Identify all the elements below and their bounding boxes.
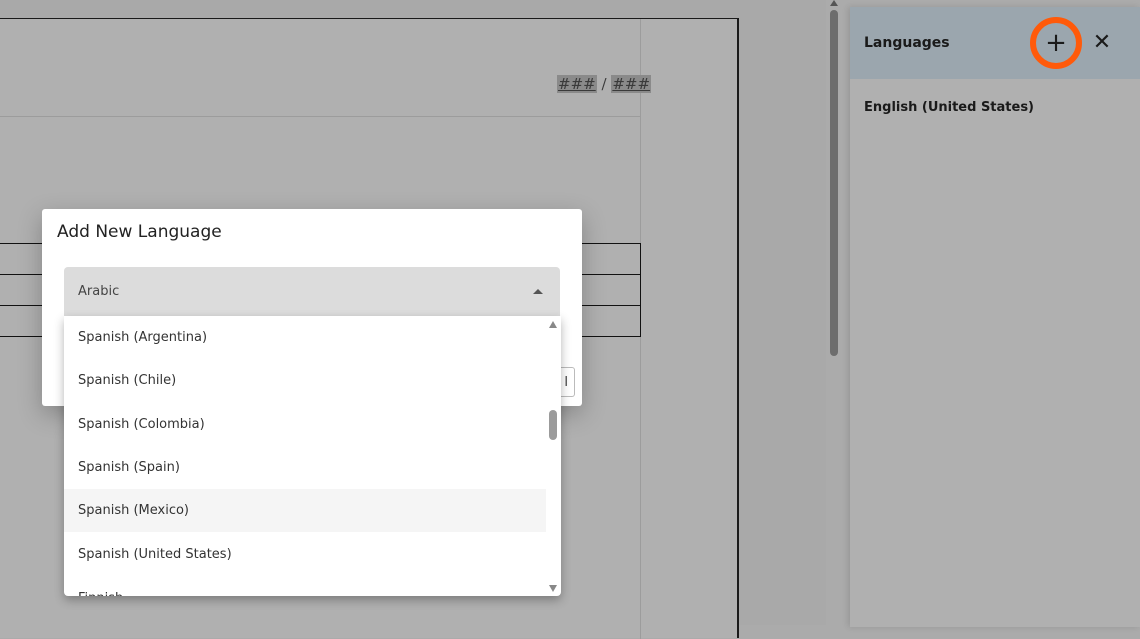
- dropdown-option[interactable]: Finnish: [64, 576, 546, 596]
- canvas-scrollbar[interactable]: [827, 0, 841, 625]
- languages-panel-header: Languages + ✕: [850, 7, 1140, 79]
- dropdown-scrollbar[interactable]: [546, 316, 561, 596]
- page-number-current: ###: [557, 75, 597, 93]
- dropdown-option[interactable]: Spanish (Colombia): [64, 403, 546, 446]
- dropdown-option[interactable]: Spanish (Chile): [64, 359, 546, 402]
- language-select[interactable]: Arabic: [64, 267, 560, 317]
- language-list-item[interactable]: English (United States): [864, 100, 1034, 115]
- dropdown-options: Spanish (Argentina) Spanish (Chile) Span…: [64, 316, 546, 596]
- scroll-up-arrow-icon[interactable]: [549, 321, 557, 328]
- caret-up-icon: [533, 289, 543, 294]
- close-panel-button[interactable]: ✕: [1090, 29, 1114, 55]
- languages-panel: Languages + ✕ English (United States): [850, 7, 1140, 627]
- close-icon: ✕: [1092, 29, 1112, 55]
- add-language-button[interactable]: +: [1030, 17, 1082, 69]
- page-number-separator: /: [601, 75, 607, 93]
- page-number-total: ###: [611, 75, 652, 93]
- languages-panel-title: Languages: [864, 35, 950, 51]
- dropdown-option[interactable]: Spanish (Argentina): [64, 316, 546, 359]
- dialog-title: Add New Language: [57, 222, 222, 242]
- plus-icon: +: [1045, 28, 1067, 58]
- canvas-scroll-thumb[interactable]: [830, 10, 838, 356]
- language-select-value: Arabic: [78, 284, 120, 299]
- page-number: ### / ###: [557, 75, 652, 93]
- scroll-down-arrow-icon[interactable]: [549, 585, 557, 592]
- dialog-action-button-label: l: [564, 374, 568, 390]
- scroll-up-arrow-icon[interactable]: [830, 0, 838, 6]
- dropdown-scroll-thumb[interactable]: [549, 410, 557, 440]
- dropdown-option-hovered[interactable]: Spanish (Mexico): [64, 489, 546, 533]
- dropdown-option[interactable]: Spanish (Spain): [64, 446, 546, 489]
- language-dropdown-list: Spanish (Argentina) Spanish (Chile) Span…: [64, 316, 561, 596]
- page-header-line: [0, 116, 640, 117]
- dropdown-option[interactable]: Spanish (United States): [64, 532, 546, 575]
